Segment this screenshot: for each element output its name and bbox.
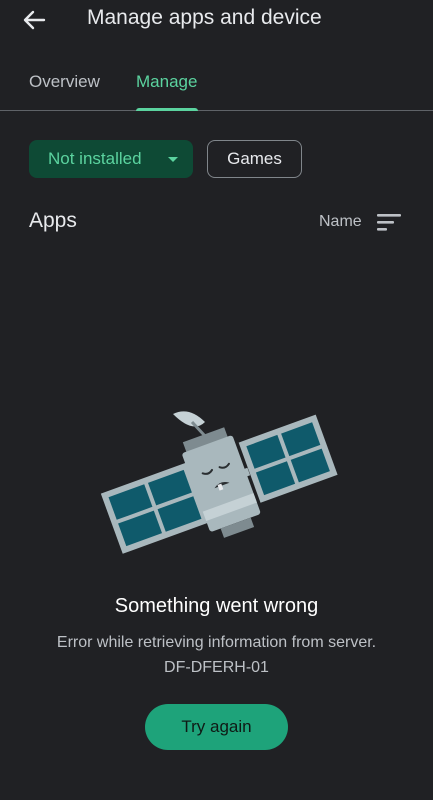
arrow-back-icon <box>23 10 46 30</box>
sort-button[interactable] <box>377 212 401 232</box>
tab-bar: Overview Manage <box>0 60 433 111</box>
tab-selected-indicator <box>136 108 198 111</box>
tab-overview[interactable]: Overview <box>29 72 100 92</box>
sort-label[interactable]: Name <box>319 213 362 231</box>
error-title: Something went wrong <box>114 595 319 617</box>
top-app-bar: Manage apps and device <box>0 0 433 44</box>
try-again-button[interactable]: Try again <box>145 704 288 750</box>
tab-manage[interactable]: Manage <box>136 72 197 92</box>
install-filter-label: Not installed <box>48 149 142 168</box>
back-button[interactable] <box>20 6 48 34</box>
error-code: DF-DFERH-01 <box>164 659 269 676</box>
games-chip-label: Games <box>227 149 282 168</box>
error-message: Error while retrieving information from … <box>56 634 377 651</box>
section-title: Apps <box>29 209 77 232</box>
try-again-label: Try again <box>181 717 252 736</box>
games-filter-chip[interactable]: Games <box>207 140 302 178</box>
page-title: Manage apps and device <box>87 6 322 29</box>
dropdown-caret-icon <box>168 157 178 162</box>
broken-satellite-icon <box>100 411 338 554</box>
sort-icon <box>377 214 401 231</box>
install-filter-dropdown[interactable]: Not installed <box>29 140 193 178</box>
